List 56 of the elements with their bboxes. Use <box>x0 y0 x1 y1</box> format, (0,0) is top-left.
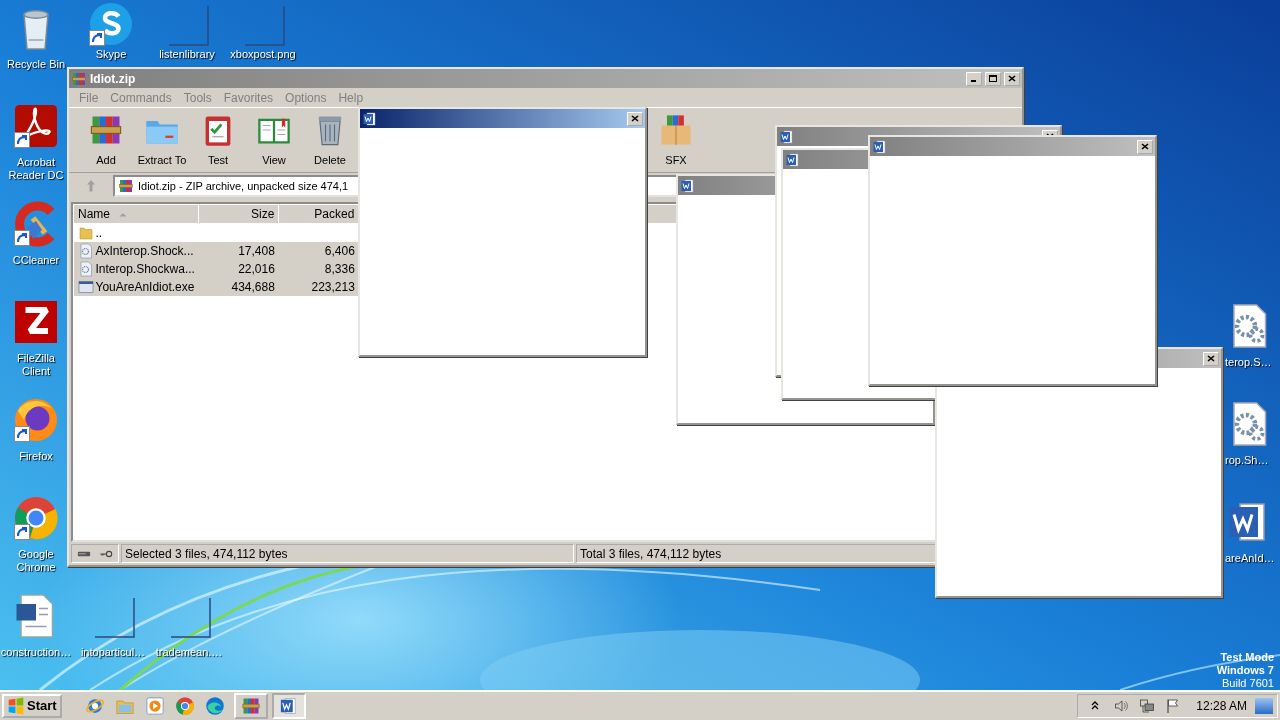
file-name: Interop.Shockwa... <box>95 261 195 278</box>
file-name: YouAreAnIdiot.exe <box>95 279 195 296</box>
speaker-icon[interactable] <box>1113 698 1130 714</box>
browser-icon <box>204 696 225 716</box>
taskbar-button[interactable] <box>271 693 306 719</box>
minimize-button[interactable] <box>966 71 982 86</box>
file-row[interactable]: .. <box>73 223 1018 242</box>
browser-icon <box>174 696 195 716</box>
document-icon <box>278 696 299 716</box>
archive-icon <box>118 178 134 194</box>
app-icon <box>12 298 60 346</box>
file-icon <box>77 261 94 277</box>
status-text: Selected 3 files, 474,112 bytes <box>125 545 288 563</box>
delete-button[interactable]: Delete <box>303 108 357 168</box>
start-button[interactable]: Start <box>2 694 62 718</box>
browser-icon <box>84 696 105 716</box>
close-icon <box>631 115 639 122</box>
network-icon[interactable] <box>1139 698 1156 714</box>
table-cell: 8,336 <box>324 262 355 276</box>
maximize-icon <box>989 75 997 82</box>
view-button[interactable]: View <box>247 108 301 168</box>
program-icon <box>77 279 94 295</box>
column-header[interactable]: Packed <box>278 204 359 224</box>
media-player-icon <box>144 696 165 716</box>
system-notice: Windows 7 <box>1216 664 1274 677</box>
file-name: .. <box>95 225 103 242</box>
extract-button[interactable]: Extract To <box>135 108 189 168</box>
status-text: Total 3 files, 474,112 bytes <box>580 545 722 563</box>
file-icon <box>77 243 94 259</box>
system-notice: Test Mode <box>1220 651 1274 664</box>
window-title: Idiot.zip <box>90 70 137 88</box>
add-button[interactable]: Add <box>79 108 133 168</box>
close-icon <box>1141 143 1149 150</box>
table-cell: 6,406 <box>324 244 355 258</box>
test-button[interactable]: Test <box>191 108 245 168</box>
sfx-button[interactable]: SFX <box>649 108 703 168</box>
table-cell: 223,213 <box>311 280 355 294</box>
maximize-button[interactable] <box>985 71 1001 86</box>
close-button[interactable] <box>1004 71 1020 86</box>
close-button[interactable] <box>1203 351 1219 366</box>
close-button[interactable] <box>627 111 643 126</box>
column-header[interactable]: Size <box>198 204 279 224</box>
archive-icon <box>240 696 261 716</box>
table-cell: 17,408 <box>238 244 275 258</box>
system-notice: Build 7601 <box>1222 677 1274 690</box>
close-icon <box>1008 75 1016 82</box>
close-button[interactable] <box>1137 139 1153 154</box>
clock[interactable]: 12:28 AM <box>1196 697 1247 715</box>
logo-icon <box>7 697 25 715</box>
show-desktop-button[interactable] <box>1255 698 1273 714</box>
file-name: AxInterop.Shock... <box>95 243 194 260</box>
taskbar-button[interactable] <box>233 693 268 719</box>
archive-icon <box>71 70 87 87</box>
close-icon <box>1207 355 1215 362</box>
table-cell: 434,688 <box>231 280 275 294</box>
table-cell: 22,016 <box>238 262 275 276</box>
